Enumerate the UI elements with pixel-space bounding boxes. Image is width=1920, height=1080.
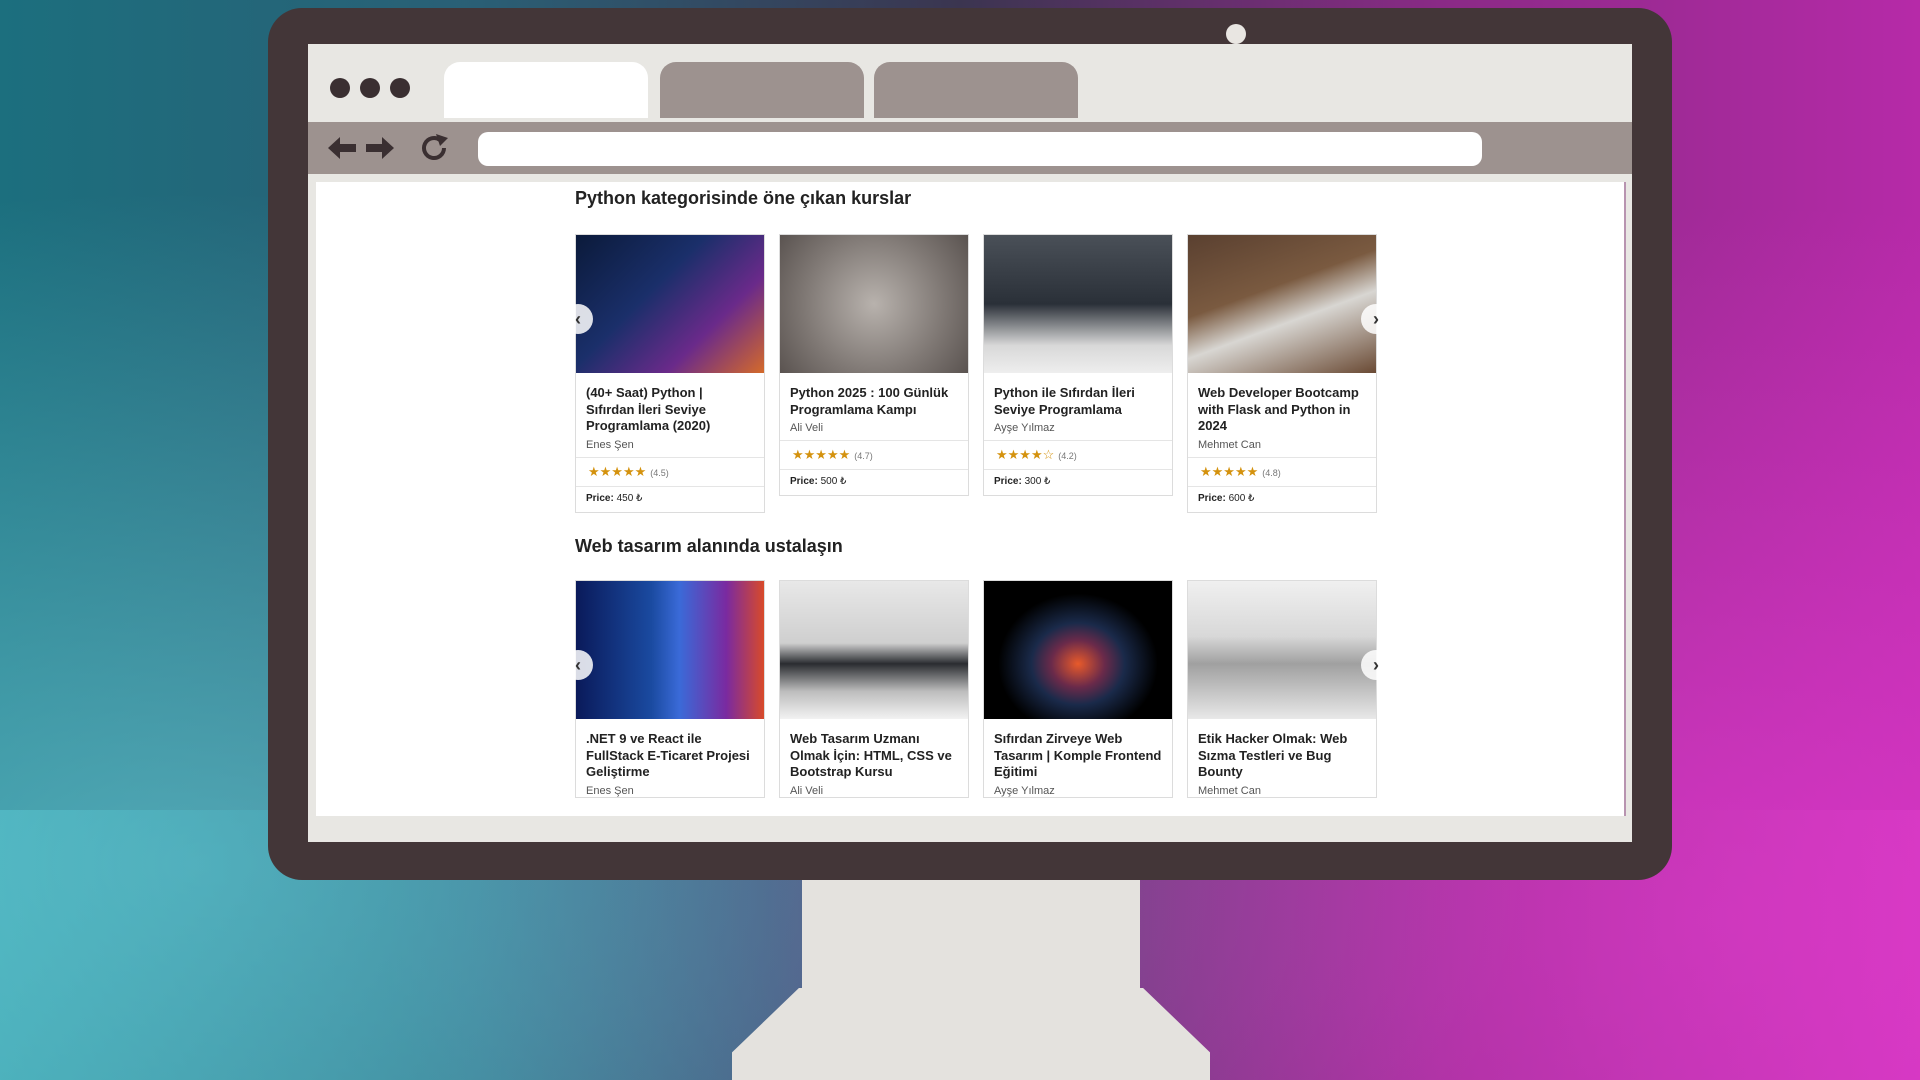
monitor-stand-neck — [802, 880, 1140, 990]
course-title: Python ile Sıfırdan İleri Seviye Program… — [994, 385, 1135, 417]
browser-window: Python kategorisinde öne çıkan kurslar (… — [308, 44, 1632, 842]
course-author: Ali Veli — [790, 784, 824, 797]
course-author: Mehmet Can — [1198, 784, 1261, 797]
window-dot-icon[interactable] — [330, 78, 350, 98]
course-card[interactable]: Sıfırdan Zirveye Web Tasarım | Komple Fr… — [983, 580, 1173, 798]
course-title: Web Developer Bootcamp with Flask and Py… — [1198, 385, 1359, 433]
rating-value: (4.7) — [854, 451, 873, 461]
course-price: Price: 300 ₺ — [984, 469, 1172, 495]
course-title: Python 2025 : 100 Günlük Programlama Kam… — [790, 385, 949, 417]
carousel-prev-button[interactable]: ‹ — [563, 650, 593, 680]
course-rating: ★★★★★ (4.7) — [780, 440, 968, 469]
course-thumbnail — [1188, 235, 1376, 373]
section-title: Web tasarım alanında ustalaşın — [575, 536, 843, 556]
course-card[interactable]: Web Developer Bootcamp with Flask and Py… — [1187, 234, 1377, 513]
window-dot-icon[interactable] — [360, 78, 380, 98]
course-author: Enes Şen — [586, 784, 634, 797]
course-card[interactable]: Etik Hacker Olmak: Web Sızma Testleri ve… — [1187, 580, 1377, 798]
price-value: 500 ₺ — [820, 476, 847, 487]
browser-tab[interactable] — [874, 62, 1078, 118]
course-card[interactable]: Python ile Sıfırdan İleri Seviye Program… — [983, 234, 1173, 496]
course-author: Ayşe Yılmaz — [994, 784, 1055, 797]
carousel-next-button[interactable]: › — [1361, 650, 1391, 680]
course-thumbnail — [780, 581, 968, 719]
course-thumbnail — [1188, 581, 1376, 719]
course-card[interactable]: Python 2025 : 100 Günlük Programlama Kam… — [779, 234, 969, 496]
reload-icon[interactable] — [418, 132, 450, 164]
address-bar[interactable] — [478, 132, 1482, 166]
course-author: Enes Şen — [586, 438, 634, 451]
course-title: Sıfırdan Zirveye Web Tasarım | Komple Fr… — [994, 731, 1162, 779]
window-dot-icon[interactable] — [390, 78, 410, 98]
course-author: Ayşe Yılmaz — [994, 422, 1055, 434]
carousel-next-button[interactable]: › — [1361, 304, 1391, 334]
rating-stars: ★★★★★ — [792, 447, 851, 462]
forward-arrow-icon[interactable] — [366, 134, 394, 162]
price-label: Price: — [586, 492, 614, 504]
rating-stars: ★★★★☆ — [996, 447, 1055, 462]
course-title: .NET 9 ve React ile FullStack E-Ticaret … — [586, 731, 750, 779]
course-author: Ali Veli — [790, 422, 824, 434]
course-rating: ★★★★★ (4.5) — [576, 456, 764, 486]
course-price: Price: 450 ₺ — [576, 485, 764, 512]
price-label: Price: — [994, 476, 1022, 487]
course-card[interactable]: .NET 9 ve React ile FullStack E-Ticaret … — [575, 580, 765, 798]
course-thumbnail — [576, 235, 764, 373]
price-value: 300 ₺ — [1024, 476, 1051, 487]
price-label: Price: — [790, 476, 818, 487]
back-arrow-icon[interactable] — [328, 134, 356, 162]
window-controls — [330, 78, 410, 98]
monitor-stand-base — [732, 988, 1210, 1080]
course-title: (40+ Saat) Python | Sıfırdan İleri Seviy… — [586, 385, 711, 433]
course-title: Web Tasarım Uzmanı Olmak İçin: HTML, CSS… — [790, 731, 952, 779]
rating-stars: ★★★★★ — [1200, 463, 1259, 479]
page-viewport: Python kategorisinde öne çıkan kurslar (… — [316, 182, 1626, 816]
price-label: Price: — [1198, 492, 1226, 504]
browser-status-strip — [308, 820, 1632, 842]
course-thumbnail — [576, 581, 764, 719]
course-thumbnail — [780, 235, 968, 373]
rating-value: (4.2) — [1058, 451, 1077, 461]
course-price: Price: 600 ₺ — [1188, 485, 1376, 512]
section-title: Python kategorisinde öne çıkan kurslar — [575, 188, 912, 208]
rating-value: (4.5) — [650, 467, 669, 478]
course-title: Etik Hacker Olmak: Web Sızma Testleri ve… — [1198, 731, 1348, 779]
course-card[interactable]: (40+ Saat) Python | Sıfırdan İleri Seviy… — [575, 234, 765, 513]
camera-icon — [1226, 24, 1246, 44]
course-thumbnail — [984, 581, 1172, 719]
course-thumbnail — [984, 235, 1172, 373]
browser-tab-active[interactable] — [444, 62, 648, 118]
course-rating: ★★★★★ (4.8) — [1188, 456, 1376, 486]
browser-tab[interactable] — [660, 62, 864, 118]
course-rating: ★★★★☆ (4.2) — [984, 440, 1172, 469]
rating-stars: ★★★★★ — [588, 463, 647, 479]
course-card[interactable]: Web Tasarım Uzmanı Olmak İçin: HTML, CSS… — [779, 580, 969, 798]
carousel-prev-button[interactable]: ‹ — [563, 304, 593, 334]
course-author: Mehmet Can — [1198, 438, 1261, 451]
course-price: Price: 500 ₺ — [780, 469, 968, 495]
rating-value: (4.8) — [1262, 467, 1281, 478]
price-value: 600 ₺ — [1228, 492, 1255, 504]
price-value: 450 ₺ — [616, 492, 643, 504]
browser-toolbar — [308, 122, 1632, 174]
